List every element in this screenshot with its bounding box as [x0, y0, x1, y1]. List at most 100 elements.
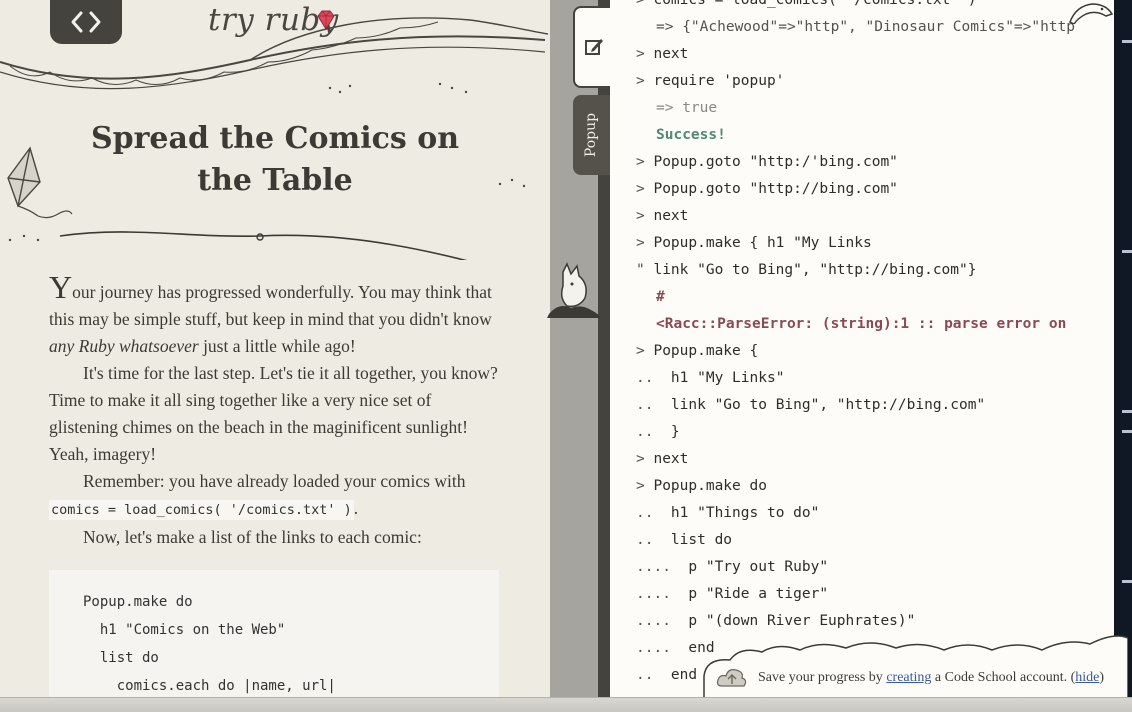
create-account-link[interactable]: creating	[886, 670, 931, 685]
fox-mascot-icon	[547, 262, 601, 318]
lesson-text: our journey has progressed wonderfully. …	[49, 282, 492, 329]
tab-editor[interactable]	[573, 6, 613, 88]
console-input: link "Go to Bing", "http://bing.com"	[662, 397, 986, 413]
console-prompt: ....	[636, 559, 671, 575]
console-line: > Popup.make do	[610, 473, 1114, 500]
console-prompt: >	[636, 208, 645, 224]
ruby-console[interactable]: > comics = load_comics( '/comics.txt' ) =…	[610, 0, 1114, 697]
lesson-text: just a little while ago!	[198, 336, 356, 356]
console-input: p "Try out Ruby"	[679, 559, 829, 575]
console-output: => true	[656, 100, 718, 116]
console-line: " link "Go to Bing", "http://bing.com"}	[610, 257, 1114, 284]
console-line: > next	[610, 446, 1114, 473]
lesson-paragraph: It's time for the last step. Let's tie i…	[49, 363, 498, 464]
console-prompt: ..	[636, 667, 654, 683]
console-input: list do	[662, 532, 733, 548]
console-line: => {"Achewood"=>"http", "Dinosaur Comics…	[610, 14, 1114, 41]
background-detail	[1122, 430, 1132, 433]
console-line: > next	[610, 203, 1114, 230]
console-line: > require 'popup'	[610, 68, 1114, 95]
code-line: comics.each do |name, url|	[83, 678, 336, 694]
console-line: .. h1 "My Links"	[610, 365, 1114, 392]
console-line: > Popup.make { h1 "My Links	[610, 230, 1114, 257]
hide-banner-link[interactable]: hide	[1075, 670, 1099, 685]
drop-cap: Y	[49, 269, 73, 305]
console-line: .... p "Ride a tiger"	[610, 581, 1114, 608]
code-line: h1 "Comics on the Web"	[83, 622, 286, 638]
console-line: Success!	[610, 122, 1114, 149]
lesson-text: Remember: you have already loaded your c…	[83, 471, 466, 491]
console-success: Success!	[656, 127, 726, 143]
console-input: p "(down River Euphrates)"	[679, 613, 916, 629]
console-prompt: ....	[636, 586, 671, 602]
desktop-background-edge	[1114, 0, 1132, 712]
console-input: next	[653, 208, 689, 224]
console-line: > next	[610, 41, 1114, 68]
save-text: )	[1099, 670, 1105, 685]
code-line: list do	[83, 650, 159, 666]
console-input: }	[662, 424, 680, 440]
save-progress-message: Save your progress by creating a Code Sc…	[758, 670, 1104, 686]
background-detail	[1122, 250, 1132, 253]
console-input: next	[653, 46, 689, 62]
console-line: .. list do	[610, 527, 1114, 554]
lesson-paragraph: Your journey has progressed wonderfully.…	[49, 271, 499, 360]
tab-popup-label: Popup	[583, 112, 600, 158]
console-input: link "Go to Bing", "http://bing.com"}	[653, 262, 977, 278]
console-input: require 'popup'	[653, 73, 785, 89]
lesson-paragraph: Now, let's make a list of the links to e…	[83, 527, 422, 547]
console-prompt: ..	[636, 424, 654, 440]
background-detail	[1122, 410, 1132, 413]
lizard-mascot-icon	[1069, 3, 1114, 24]
background-detail	[1122, 580, 1132, 583]
code-example[interactable]: Popup.make do h1 "Comics on the Web" lis…	[49, 570, 499, 697]
console-prompt: ....	[636, 640, 671, 656]
console-input: p "Ride a tiger"	[679, 586, 829, 602]
console-prompt: >	[636, 46, 645, 62]
console-line: > Popup.make {	[610, 338, 1114, 365]
console-line: > Popup.goto "http://bing.com"	[610, 176, 1114, 203]
console-prompt: ..	[636, 397, 654, 413]
console-prompt: >	[636, 343, 645, 359]
console-prompt: >	[636, 478, 645, 494]
lesson-pane: try ruby Spread the Comics on the Table …	[0, 0, 550, 697]
console-prompt: >	[636, 0, 645, 8]
tab-popup[interactable]: Popup	[573, 95, 610, 175]
inline-code: comics = load_comics( '/comics.txt' )	[49, 500, 354, 520]
console-line: .. h1 "Things to do"	[610, 500, 1114, 527]
console-input: Popup.make do	[653, 478, 767, 494]
lesson-text: .	[353, 498, 359, 518]
console-prompt: >	[636, 451, 645, 467]
console-input: Popup.goto "http://bing.com"	[653, 181, 898, 197]
console-input: h1 "Things to do"	[662, 505, 820, 521]
lesson-body: Your journey has progressed wonderfully.…	[49, 271, 499, 551]
lesson-paragraph: Remember: you have already loaded your c…	[49, 468, 499, 524]
console-input: next	[653, 451, 689, 467]
save-banner-cloud	[703, 635, 1128, 698]
console-input: Popup.make { h1 "My Links	[653, 235, 872, 251]
lesson-title: Spread the Comics on the Table	[90, 121, 460, 198]
console-error: #	[656, 289, 665, 305]
console-prompt: "	[636, 262, 645, 278]
console-prompt: ..	[636, 370, 654, 386]
code-brackets-icon	[71, 11, 101, 33]
console-line: #	[610, 284, 1114, 311]
console-prompt: >	[636, 154, 645, 170]
console-output: => {"Achewood"=>"http", "Dinosaur Comics…	[656, 19, 1076, 35]
console-line: > Popup.goto "http:/'bing.com"	[610, 149, 1114, 176]
code-line: Popup.make do	[83, 594, 193, 610]
lesson-emphasis: any Ruby whatsoever	[49, 336, 199, 356]
code-nav-button[interactable]	[50, 0, 122, 44]
console-input: end	[662, 667, 698, 683]
save-text: a Code School account. (	[931, 670, 1076, 685]
background-detail	[1122, 40, 1132, 43]
console-prompt: ....	[636, 613, 671, 629]
console-input: h1 "My Links"	[662, 370, 785, 386]
ruby-gem-icon	[317, 10, 335, 30]
console-input: Popup.goto "http:/'bing.com"	[653, 154, 898, 170]
console-history: > comics = load_comics( '/comics.txt' ) =…	[610, 0, 1114, 689]
console-prompt: >	[636, 181, 645, 197]
console-line: .... p "Try out Ruby"	[610, 554, 1114, 581]
console-line: .. link "Go to Bing", "http://bing.com"	[610, 392, 1114, 419]
console-line: => true	[610, 95, 1114, 122]
